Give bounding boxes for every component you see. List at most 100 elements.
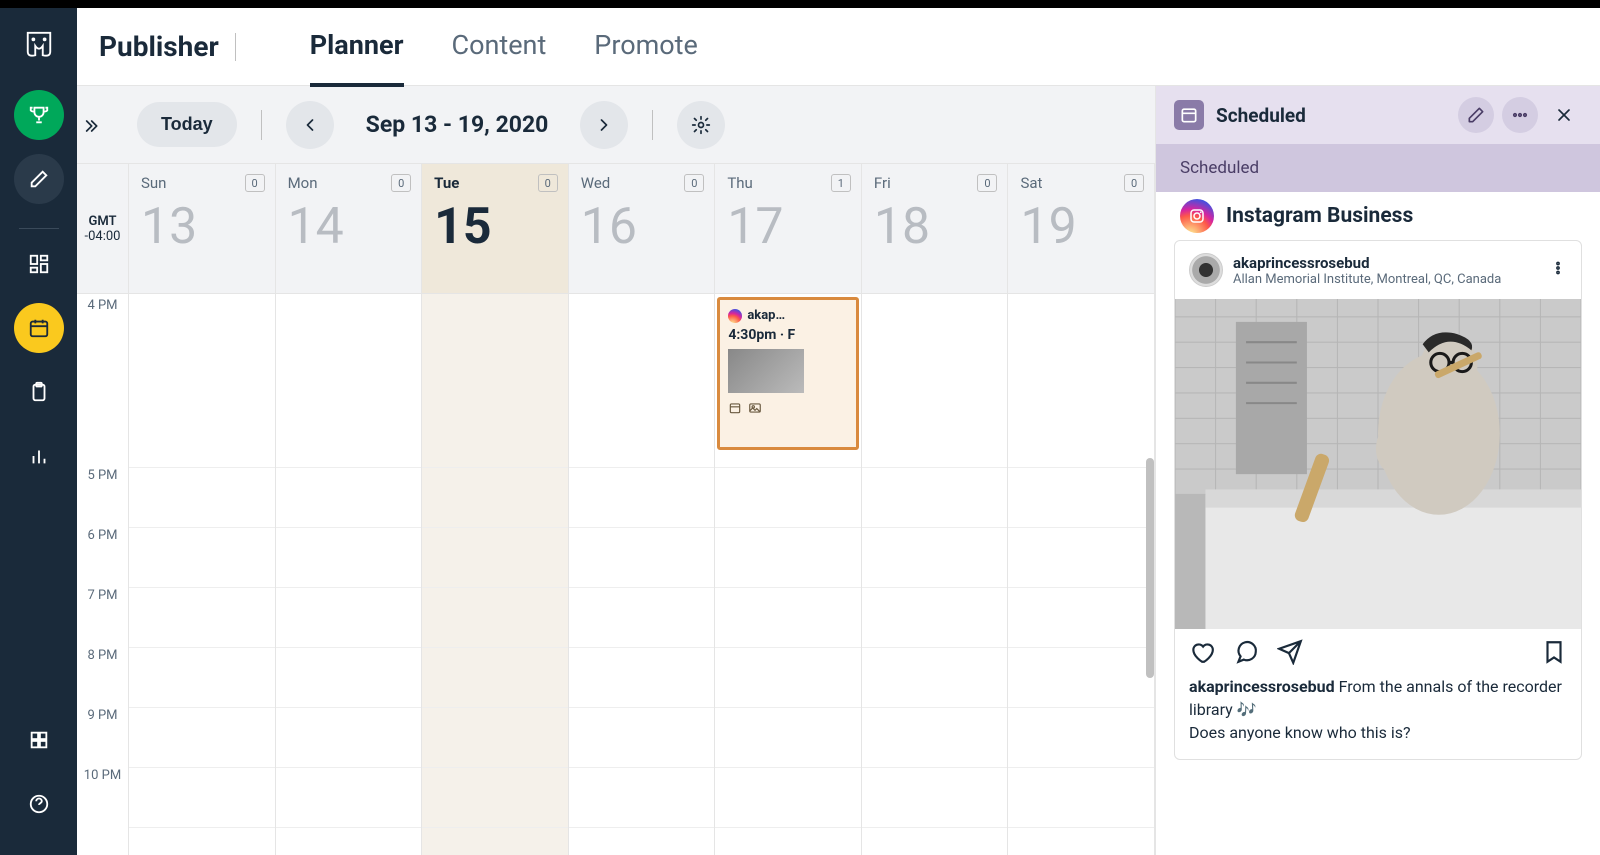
nav-planner-button[interactable] [14,303,64,353]
instagram-icon [728,309,742,323]
day-column[interactable]: Tue 0 15 [422,164,569,855]
hour-cell[interactable] [715,528,861,588]
day-column[interactable]: Sun 0 13 [129,164,276,855]
hour-cell[interactable] [569,768,715,828]
hour-cell[interactable] [569,708,715,768]
nav-analytics-button[interactable] [14,431,64,481]
hour-cell[interactable] [862,294,1008,468]
day-column[interactable]: Mon 0 14 [276,164,423,855]
hour-cell[interactable] [1008,708,1154,768]
day-body[interactable] [129,294,275,855]
hour-cell[interactable] [1008,294,1154,468]
day-column[interactable]: Sat 0 19 [1008,164,1155,855]
hour-cell[interactable] [422,294,568,468]
nav-help-button[interactable] [14,779,64,829]
day-body[interactable] [862,294,1008,855]
more-options-button[interactable] [1502,97,1538,133]
hour-cell[interactable] [569,648,715,708]
calendar-settings-button[interactable] [677,101,725,149]
day-header: Fri 0 18 [862,164,1008,294]
like-icon[interactable] [1189,639,1215,665]
hour-cell[interactable] [569,468,715,528]
hour-cell[interactable] [715,648,861,708]
tab-promote[interactable]: Promote [594,7,698,87]
day-number: 13 [141,198,263,256]
post-caption: akaprincessrosebud From the annals of th… [1175,675,1581,759]
hour-cell[interactable] [862,528,1008,588]
hour-cell[interactable] [422,708,568,768]
event-account: akap… [747,308,785,323]
hour-cell[interactable] [129,528,275,588]
hour-cell[interactable] [422,588,568,648]
hour-cell[interactable] [129,468,275,528]
share-icon[interactable] [1277,639,1303,665]
hour-cell[interactable] [129,294,275,468]
calendar-grid: GMT -04:00 4 PM 5 PM 6 PM 7 PM 8 PM 9 PM… [77,164,1155,855]
hour-cell[interactable] [276,528,422,588]
comment-icon[interactable] [1233,639,1259,665]
expand-sidebar-button[interactable] [75,111,105,141]
tab-content[interactable]: Content [452,7,547,87]
day-header: Sat 0 19 [1008,164,1154,294]
hour-cell[interactable] [276,768,422,828]
nav-compose-button[interactable] [14,154,64,204]
nav-trophy-button[interactable] [14,90,64,140]
day-body[interactable] [1008,294,1154,855]
hour-cell[interactable] [1008,648,1154,708]
hour-cell[interactable] [715,708,861,768]
day-body[interactable]: akap… 4:30pm · F [715,294,861,855]
scheduled-event-card[interactable]: akap… 4:30pm · F [717,297,859,450]
next-week-button[interactable] [580,101,628,149]
hour-cell[interactable] [715,768,861,828]
post-preview-card: akaprincessrosebud Allan Memorial Instit… [1174,240,1582,760]
hour-cell[interactable] [129,708,275,768]
day-column[interactable]: Wed 0 16 [569,164,716,855]
edit-post-button[interactable] [1458,97,1494,133]
hour-cell[interactable] [276,588,422,648]
nav-streams-button[interactable] [14,239,64,289]
hour-cell[interactable] [1008,468,1154,528]
close-panel-button[interactable] [1546,97,1582,133]
day-column[interactable]: Fri 0 18 [862,164,1009,855]
day-column[interactable]: Thu 1 17 akap… 4:30pm · F [715,164,862,855]
hour-cell[interactable] [862,648,1008,708]
post-more-button[interactable] [1549,259,1567,281]
hour-cell[interactable] [862,468,1008,528]
hour-cell[interactable] [129,588,275,648]
day-body[interactable] [569,294,715,855]
hour-cell[interactable] [129,768,275,828]
day-body[interactable] [276,294,422,855]
nav-clipboard-button[interactable] [14,367,64,417]
hour-cell[interactable] [715,588,861,648]
nav-apps-button[interactable] [14,715,64,765]
today-button[interactable]: Today [137,102,237,147]
hour-cell[interactable] [422,648,568,708]
day-header: Mon 0 14 [276,164,422,294]
caption-username: akaprincessrosebud [1189,677,1335,696]
hour-cell[interactable] [862,588,1008,648]
hour-cell[interactable] [862,768,1008,828]
hour-cell[interactable] [1008,528,1154,588]
hour-cell[interactable] [422,528,568,588]
day-number: 15 [434,198,556,256]
hour-cell[interactable] [276,708,422,768]
hour-cell[interactable] [715,468,861,528]
tab-planner[interactable]: Planner [310,7,404,87]
hour-cell[interactable] [422,768,568,828]
prev-week-button[interactable] [286,101,334,149]
hour-cell[interactable] [569,588,715,648]
hour-cell[interactable] [569,294,715,468]
bookmark-icon[interactable] [1541,639,1567,665]
day-body[interactable] [422,294,568,855]
hour-cell[interactable] [276,648,422,708]
hour-cell[interactable] [276,468,422,528]
calendar-scrollbar[interactable] [1146,458,1154,678]
hour-cell[interactable] [276,294,422,468]
hour-cell[interactable] [422,468,568,528]
hootsuite-logo-icon [21,26,57,62]
hour-cell[interactable] [569,528,715,588]
hour-cell[interactable] [862,708,1008,768]
hour-cell[interactable] [1008,588,1154,648]
hour-cell[interactable] [129,648,275,708]
hour-cell[interactable] [1008,768,1154,828]
